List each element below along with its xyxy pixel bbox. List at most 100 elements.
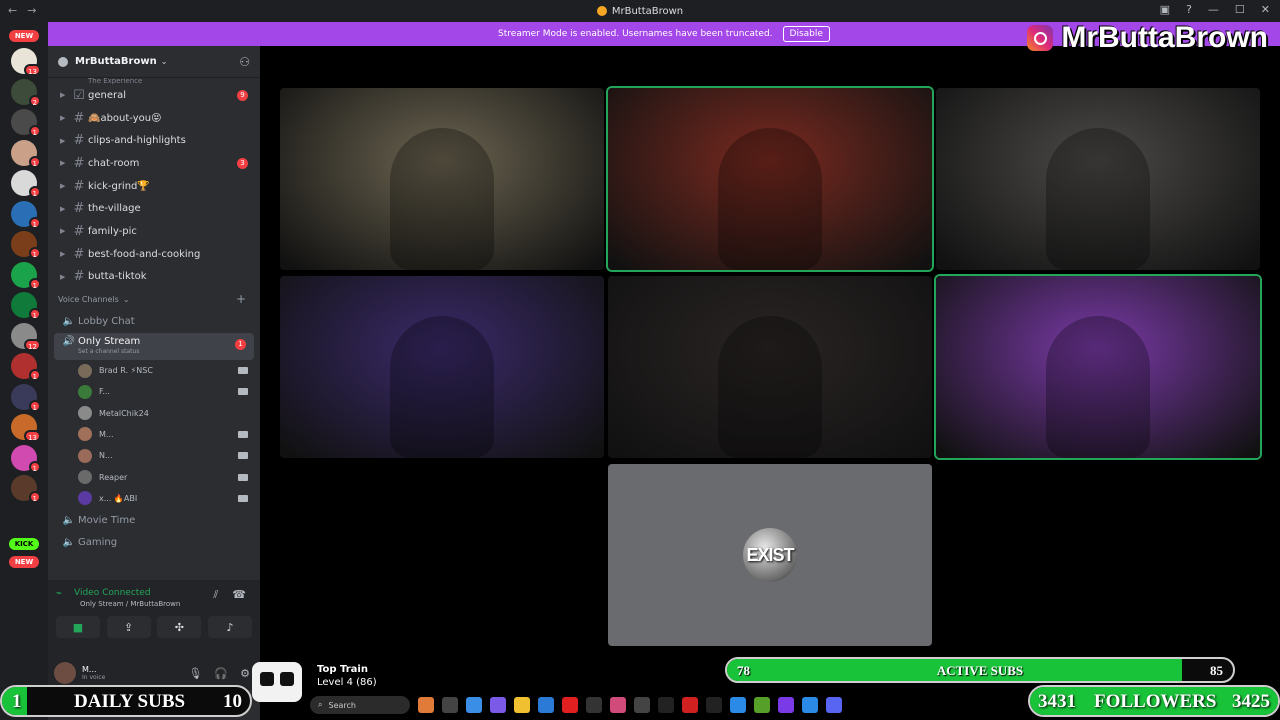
server-header[interactable]: MrButtaBrown ⌄ ⚇ [48, 46, 260, 78]
voice-user[interactable]: N... [48, 445, 260, 466]
taskbar-app-icon[interactable] [802, 697, 818, 713]
window-controls: ▣ ? — ☐ ✕ [1160, 3, 1270, 16]
server-icon[interactable]: 1 [11, 139, 41, 168]
server-icon[interactable]: 1 [11, 444, 41, 473]
channel-label: 🙈about-you😝 [88, 112, 162, 124]
server-icon[interactable]: 1 [11, 292, 41, 320]
taskbar-app-icon[interactable] [634, 697, 650, 713]
server-icon[interactable]: 13 [11, 414, 41, 442]
taskbar-app-icon[interactable] [466, 697, 482, 713]
server-badge: 12 [24, 338, 41, 351]
taskbar-app-icon[interactable] [562, 697, 578, 713]
camera-button[interactable]: ■ [56, 616, 100, 638]
taskbar-app-icon[interactable] [490, 697, 506, 713]
server-icon[interactable]: 1 [11, 383, 41, 412]
back-arrow-icon[interactable]: ← [8, 4, 17, 17]
voice-user[interactable]: Brad R. ⚡NSC [48, 360, 260, 381]
text-channel[interactable]: ▶ ☑ general 9 [48, 84, 260, 107]
text-channel[interactable]: ▶ # clips-and-highlights [48, 129, 260, 152]
taskbar-app-icon[interactable] [442, 697, 458, 713]
voice-connected-subtitle[interactable]: Only Stream / MrButtaBrown [80, 600, 180, 608]
headphones-icon[interactable]: 🎧 [214, 667, 228, 680]
taskbar-app-icon[interactable] [826, 697, 842, 713]
settings-gear-icon[interactable]: ⚙ [240, 667, 250, 680]
server-badge: 1 [28, 491, 41, 503]
taskbar-app-icon[interactable] [658, 697, 674, 713]
server-badge: 1 [28, 399, 41, 412]
taskbar-app-icon[interactable] [730, 697, 746, 713]
server-icon[interactable]: 1 [11, 200, 41, 229]
kick-server-label[interactable]: KICK [9, 538, 39, 550]
server-icon[interactable]: 13 [11, 48, 41, 76]
voice-channel[interactable]: 🔈 Movie Time [48, 509, 260, 532]
user-avatar[interactable] [54, 662, 76, 684]
server-icon[interactable]: 1 [11, 170, 41, 198]
voice-user[interactable]: F... [48, 381, 260, 402]
voice-user[interactable]: Reaper [48, 466, 260, 487]
soundboard-button[interactable]: ♪ [207, 616, 252, 638]
camera-on-icon [238, 388, 248, 396]
text-channel[interactable]: ▶ # kick-grind🏆 [48, 175, 260, 198]
tile-mushroom-scene[interactable] [936, 276, 1260, 458]
tile-purple-light-woman[interactable] [280, 276, 604, 458]
voice-controls: ⫽ ☎ [213, 588, 246, 602]
inbox-icon[interactable]: ▣ [1160, 3, 1170, 16]
tile-horror-streamer[interactable] [608, 88, 932, 270]
taskbar-app-icon[interactable] [538, 697, 554, 713]
taskbar-app-icon[interactable] [586, 697, 602, 713]
forward-arrow-icon[interactable]: → [27, 4, 36, 17]
text-channel[interactable]: ▶ # family-pic [48, 220, 260, 243]
text-channel[interactable]: ▶ # the-village [48, 197, 260, 220]
taskbar-app-icon[interactable] [706, 697, 722, 713]
disconnect-icon[interactable]: ☎ [232, 588, 246, 602]
voice-user[interactable]: MetalChik24 [48, 402, 260, 423]
noise-suppression-icon[interactable]: ⫽ [213, 588, 218, 602]
text-channel[interactable]: ▶ # 🙈about-you😝 [48, 107, 260, 130]
channel-status[interactable]: Set a channel status [78, 348, 139, 355]
disable-streamer-mode-button[interactable]: Disable [782, 26, 830, 42]
server-icon[interactable]: 1 [11, 109, 41, 137]
voice-channel[interactable]: 🔈 Lobby Chat [48, 310, 260, 333]
server-icon[interactable]: 1 [11, 231, 41, 259]
screen-share-button[interactable]: ⇪ [106, 616, 151, 638]
text-channel[interactable]: ▶ # best-food-and-cooking [48, 243, 260, 266]
server-icon[interactable]: 2 [11, 78, 41, 107]
voice-category-header[interactable]: Voice Channels ⌄ + [48, 288, 260, 310]
minimize-button[interactable]: — [1208, 3, 1219, 16]
help-icon[interactable]: ? [1186, 3, 1192, 16]
maximize-button[interactable]: ☐ [1235, 3, 1245, 16]
tile-headset-gamer[interactable] [936, 88, 1260, 270]
voice-connected-panel: ⌁ Video Connected Only Stream / MrButtaB… [48, 580, 260, 690]
voice-user-name: N... [99, 451, 113, 461]
daily-subs-goal: 10 [223, 691, 242, 712]
voice-channel[interactable]: 🔈 Gaming [48, 532, 260, 555]
voice-user-name: Reaper [99, 472, 128, 482]
activities-button[interactable]: ✣ [157, 616, 202, 638]
taskbar-search[interactable]: ⌕ Search [310, 696, 410, 714]
taskbar-app-icon[interactable] [610, 697, 626, 713]
voice-channel-only-stream[interactable]: 🔊 Only Stream Set a channel status 1 [54, 332, 254, 360]
tile-exist-avatar[interactable]: EXIST [608, 464, 932, 646]
server-icon[interactable]: 1 [11, 261, 41, 290]
mention-badge: 1 [235, 338, 246, 350]
taskbar-app-icon[interactable] [754, 697, 770, 713]
invite-user-icon[interactable]: ⚇ [239, 55, 250, 69]
voice-user[interactable]: M... [48, 424, 260, 445]
text-channel[interactable]: ▶ # chat-room 3 [48, 152, 260, 175]
add-channel-icon[interactable]: + [236, 292, 246, 306]
microphone-icon[interactable]: 🎙 [188, 667, 202, 680]
taskbar-app-icon[interactable] [682, 697, 698, 713]
voice-user[interactable]: x... 🔥ABI [48, 488, 260, 509]
close-button[interactable]: ✕ [1261, 3, 1270, 16]
text-channel[interactable]: ▶ # butta-tiktok [48, 266, 260, 289]
taskbar-app-icon[interactable] [514, 697, 530, 713]
voice-connected-title[interactable]: Video Connected [74, 588, 151, 598]
user-avatar [78, 427, 92, 442]
taskbar-app-icon[interactable] [418, 697, 434, 713]
server-icon[interactable]: 1 [11, 353, 41, 381]
server-icon[interactable]: 12 [11, 322, 41, 351]
tile-bearded-man[interactable] [280, 88, 604, 270]
tile-young-man[interactable] [608, 276, 932, 458]
server-icon[interactable]: 1 [11, 475, 41, 503]
taskbar-app-icon[interactable] [778, 697, 794, 713]
